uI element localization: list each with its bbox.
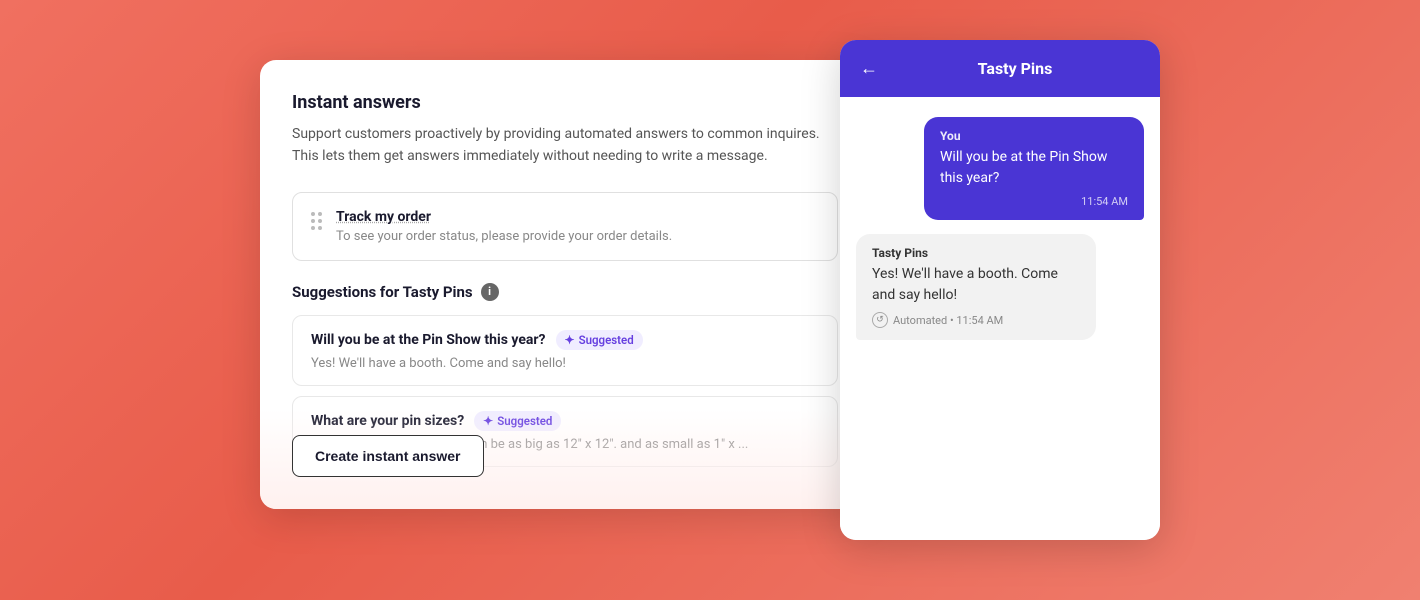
- bot-message-meta: ↺ Automated • 11:54 AM: [872, 312, 1080, 328]
- order-card-content: Track my order To see your order status,…: [336, 209, 672, 244]
- order-card-title: Track my order: [336, 209, 672, 225]
- user-message-sender: You: [940, 129, 1128, 143]
- chat-body: You Will you be at the Pin Show this yea…: [840, 97, 1160, 540]
- suggestion-card-0[interactable]: Will you be at the Pin Show this year? ✦…: [292, 315, 838, 386]
- user-message: You Will you be at the Pin Show this yea…: [924, 117, 1144, 220]
- order-card-subtitle: To see your order status, please provide…: [336, 229, 672, 244]
- panel-title: Instant answers: [292, 92, 838, 113]
- suggestions-header-label: Suggestions for Tasty Pins: [292, 283, 473, 301]
- user-message-text: Will you be at the Pin Show this year?: [940, 147, 1128, 189]
- sparkle-icon-1: ✦: [483, 414, 493, 428]
- chat-header-title: Tasty Pins: [890, 59, 1140, 78]
- bot-message-text: Yes! We'll have a booth. Come and say he…: [872, 264, 1080, 306]
- suggestion-card-header-0: Will you be at the Pin Show this year? ✦…: [311, 330, 819, 350]
- suggestion-title-0: Will you be at the Pin Show this year?: [311, 332, 546, 348]
- suggestion-title-1: What are your pin sizes?: [311, 413, 464, 429]
- chat-header: ← Tasty Pins: [840, 40, 1160, 97]
- main-panel: Instant answers Support customers proact…: [260, 60, 870, 509]
- bot-message-meta-text: Automated • 11:54 AM: [893, 314, 1003, 327]
- scene: Instant answers Support customers proact…: [260, 40, 1160, 560]
- bot-message: Tasty Pins Yes! We'll have a booth. Come…: [856, 234, 1096, 340]
- automated-icon: ↺: [872, 312, 888, 328]
- suggestions-header: Suggestions for Tasty Pins i: [292, 283, 838, 301]
- chat-back-button[interactable]: ←: [860, 58, 878, 79]
- order-card[interactable]: Track my order To see your order status,…: [292, 192, 838, 261]
- info-icon[interactable]: i: [481, 283, 499, 301]
- bot-message-sender: Tasty Pins: [872, 246, 1080, 260]
- create-instant-answer-button[interactable]: Create instant answer: [292, 435, 484, 477]
- suggested-badge-1: ✦ Suggested: [474, 411, 561, 431]
- badge-label-1: Suggested: [497, 414, 552, 428]
- sparkle-icon-0: ✦: [565, 333, 575, 347]
- suggestion-card-header-1: What are your pin sizes? ✦ Suggested: [311, 411, 819, 431]
- panel-description: Support customers proactively by providi…: [292, 123, 822, 168]
- drag-handle-icon: [311, 212, 322, 230]
- suggestion-body-0: Yes! We'll have a booth. Come and say he…: [311, 356, 819, 371]
- user-message-time: 11:54 AM: [940, 195, 1128, 208]
- create-btn-wrapper: Create instant answer: [292, 435, 484, 477]
- suggested-badge-0: ✦ Suggested: [556, 330, 643, 350]
- chat-panel: ← Tasty Pins You Will you be at the Pin …: [840, 40, 1160, 540]
- badge-label-0: Suggested: [579, 333, 634, 347]
